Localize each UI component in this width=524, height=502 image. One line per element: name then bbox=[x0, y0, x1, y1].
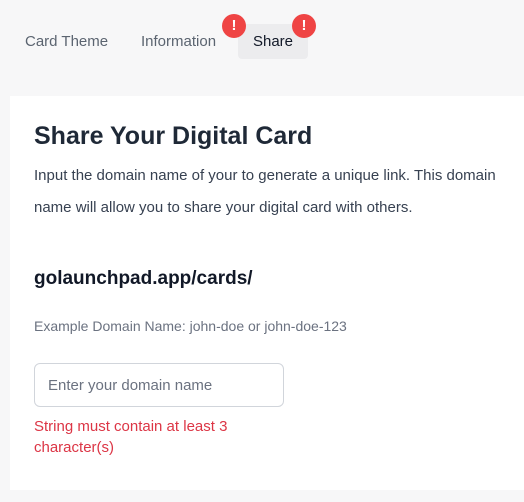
tab-information[interactable]: Information bbox=[141, 24, 216, 59]
share-alert-icon: ! bbox=[292, 14, 316, 38]
domain-example-hint: Example Domain Name: john-doe or john-do… bbox=[34, 318, 347, 334]
information-alert-icon: ! bbox=[222, 14, 246, 38]
tab-bar: Card Theme Information Share ! ! bbox=[0, 0, 524, 96]
share-card-panel: Share Your Digital Card Input the domain… bbox=[10, 96, 524, 490]
domain-prefix: golaunchpad.app/cards/ bbox=[34, 268, 253, 289]
page-title: Share Your Digital Card bbox=[34, 122, 313, 150]
tab-card-theme[interactable]: Card Theme bbox=[25, 24, 108, 59]
domain-name-input[interactable] bbox=[34, 363, 284, 407]
domain-validation-error: String must contain at least 3 character… bbox=[34, 418, 228, 456]
share-description: Input the domain name of your to generat… bbox=[34, 167, 496, 216]
